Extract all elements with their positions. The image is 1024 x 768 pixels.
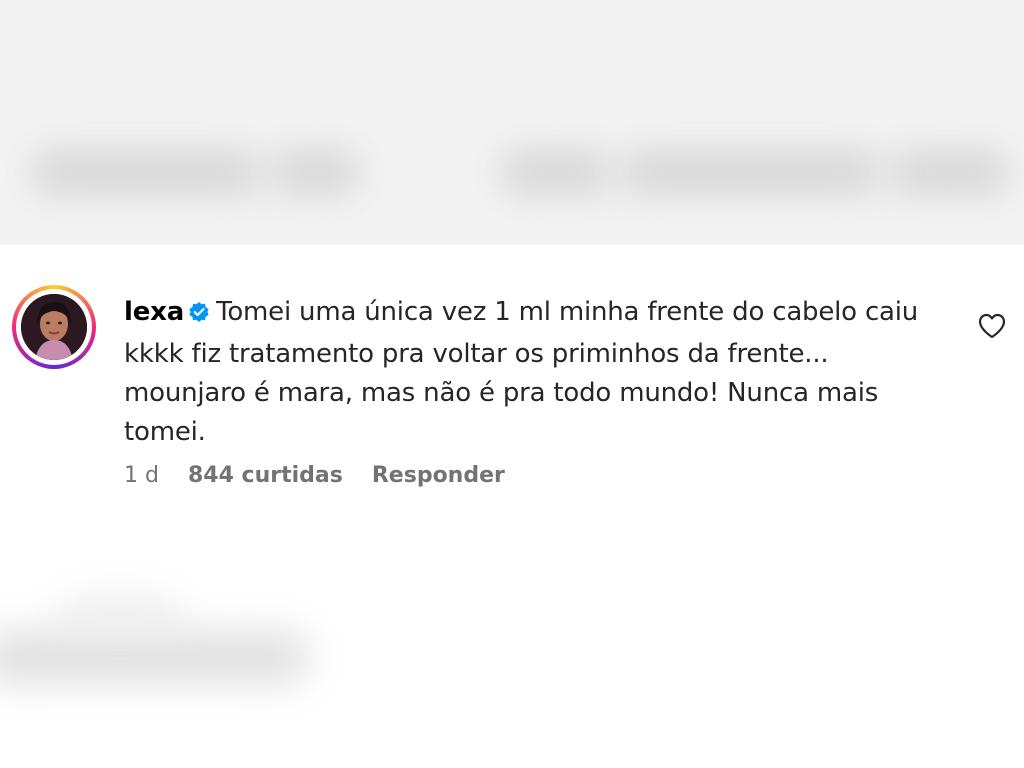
comment-time: 1 d: [124, 463, 159, 488]
heart-icon[interactable]: [978, 313, 1006, 339]
comment-likes[interactable]: 844 curtidas: [188, 463, 343, 488]
blurred-content-bottom: [0, 560, 1024, 768]
reply-button[interactable]: Responder: [372, 463, 505, 488]
user-avatar-icon: [21, 294, 87, 360]
comment-meta: 1 d 844 curtidas Responder: [124, 463, 527, 488]
comment-text: Tomei uma única vez 1 ml minha frente do…: [124, 297, 919, 447]
comment-body: lexa Tomei uma única vez 1 ml minha fren…: [124, 293, 944, 452]
verified-badge-icon: [188, 296, 210, 335]
comment-item: lexa Tomei uma única vez 1 ml minha fren…: [0, 245, 1024, 560]
avatar[interactable]: [12, 285, 96, 369]
blurred-content-top: [0, 0, 1024, 245]
comment-screenshot: lexa Tomei uma única vez 1 ml minha fren…: [0, 0, 1024, 768]
comment-username[interactable]: lexa: [124, 297, 184, 327]
